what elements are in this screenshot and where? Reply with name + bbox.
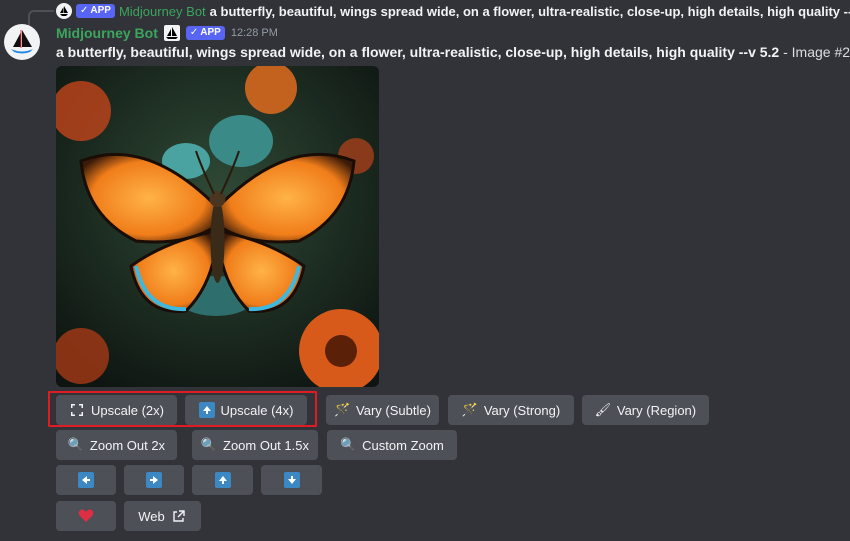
timestamp: 12:28 PM xyxy=(230,27,278,39)
favorite-button[interactable] xyxy=(56,501,116,531)
sailboat-icon xyxy=(11,30,33,54)
arrow-right-icon xyxy=(146,472,162,488)
pan-left-button[interactable] xyxy=(56,465,116,495)
message-header: Midjourney Bot ✓ APP 12:28 PM xyxy=(56,24,278,42)
vary-subtle-button[interactable]: 🪄 Vary (Subtle) xyxy=(326,395,439,425)
prompt-text: a butterfly, beautiful, wings spread wid… xyxy=(56,44,850,60)
arrow-left-icon xyxy=(78,472,94,488)
zoom-out-1-5x-button[interactable]: 🔍 Zoom Out 1.5x xyxy=(192,430,318,460)
bot-name[interactable]: Midjourney Bot xyxy=(56,25,158,41)
heart-icon xyxy=(78,508,94,524)
paintbrush-icon: 🖌 xyxy=(594,402,612,417)
check-icon: ✓ xyxy=(189,27,199,38)
pan-up-button[interactable] xyxy=(192,465,253,495)
arrow-up-icon xyxy=(214,472,231,488)
external-link-icon xyxy=(171,508,187,524)
prompt-suffix: - Image #2 xyxy=(779,44,850,60)
magic-wand-icon: 🪄 xyxy=(461,402,478,417)
reply-app-badge: ✓ APP xyxy=(76,4,115,18)
magnifier-icon: 🔍 xyxy=(340,437,357,452)
arrow-down-icon xyxy=(283,472,300,488)
butterfly-image xyxy=(56,66,379,387)
vary-region-button[interactable]: 🖌 Vary (Region) xyxy=(582,395,709,425)
upscale-2x-button[interactable]: Upscale (2x) xyxy=(56,395,177,425)
vary-strong-button[interactable]: 🪄 Vary (Strong) xyxy=(448,395,574,425)
pan-down-button[interactable] xyxy=(261,465,322,495)
reply-bot-name[interactable]: Midjourney Bot xyxy=(119,4,206,19)
boat-role-icon xyxy=(163,25,180,41)
expand-icon xyxy=(69,402,85,418)
reply-avatar[interactable] xyxy=(56,3,72,19)
pan-right-button[interactable] xyxy=(124,465,184,495)
upscale-4x-button[interactable]: Upscale (4x) xyxy=(185,395,307,425)
custom-zoom-button[interactable]: 🔍 Custom Zoom xyxy=(327,430,457,460)
magic-wand-icon: 🪄 xyxy=(333,402,351,417)
bot-avatar[interactable] xyxy=(4,24,40,60)
check-icon: ✓ xyxy=(80,5,89,16)
reply-preview[interactable]: ✓ APP Midjourney Bot a butterfly, beauti… xyxy=(56,2,850,20)
app-badge: ✓ APP xyxy=(185,26,225,40)
reply-text[interactable]: a butterfly, beautiful, wings spread wid… xyxy=(210,4,850,19)
reply-connector xyxy=(28,10,54,26)
prompt-bold: a butterfly, beautiful, wings spread wid… xyxy=(56,44,780,60)
generated-image[interactable] xyxy=(56,66,379,387)
web-link-button[interactable]: Web xyxy=(124,501,201,531)
arrow-up-icon xyxy=(198,402,215,418)
magnifier-icon: 🔍 xyxy=(67,437,85,452)
zoom-out-2x-button[interactable]: 🔍 Zoom Out 2x xyxy=(56,430,177,460)
magnifier-icon: 🔍 xyxy=(200,437,218,452)
